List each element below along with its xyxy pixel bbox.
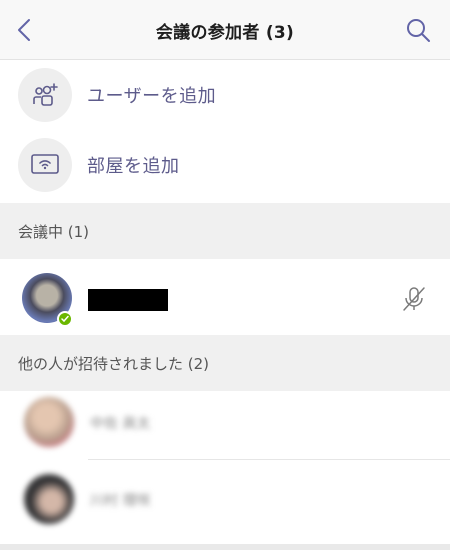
section-footer xyxy=(0,544,450,550)
search-icon[interactable] xyxy=(404,16,432,44)
top-bar: 会議の参加者 (3) xyxy=(0,0,450,60)
avatar xyxy=(24,397,74,447)
add-user-label: ユーザーを追加 xyxy=(87,86,217,107)
available-status-icon xyxy=(57,311,73,327)
add-people-icon xyxy=(18,68,72,122)
invited-person-row[interactable]: 中佐 眞太 xyxy=(0,383,450,459)
invited-person-name: 川村 理咲 xyxy=(90,493,151,509)
add-room-label: 部屋を追加 xyxy=(87,156,180,177)
invited-person-name: 中佐 眞太 xyxy=(90,416,151,432)
invited-person-row[interactable]: 川村 理咲 xyxy=(0,460,450,536)
participant-row[interactable] xyxy=(0,259,450,335)
add-user-button[interactable]: ユーザーを追加 xyxy=(0,60,450,130)
redacted-participant-name xyxy=(88,289,168,311)
room-device-icon xyxy=(18,138,72,192)
avatar xyxy=(24,474,74,524)
mic-off-icon[interactable] xyxy=(400,285,428,313)
add-room-button[interactable]: 部屋を追加 xyxy=(0,130,450,200)
page-title: 会議の参加者 (3) xyxy=(155,23,295,43)
section-in-meeting: 会議中 (1) xyxy=(0,203,450,259)
